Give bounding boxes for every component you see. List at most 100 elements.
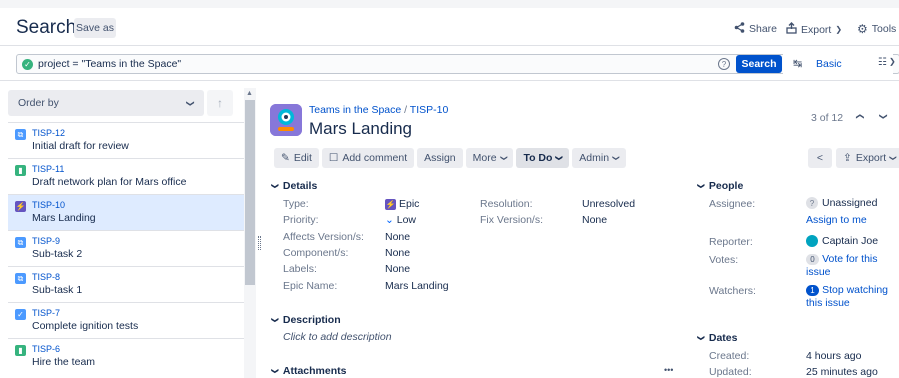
export-issue-button[interactable]: ⇪ Export ❯ xyxy=(836,148,899,168)
type-label: Type: xyxy=(283,198,309,210)
type-value-text: Epic xyxy=(399,198,420,210)
watchers-value: 1 Stop watching this issue xyxy=(806,284,894,310)
description-toggle[interactable]: ❯ Description xyxy=(270,314,341,326)
watchers-count-badge: 1 xyxy=(806,285,819,296)
dates-toggle[interactable]: ❯ Dates xyxy=(696,332,738,344)
attachments-more-button[interactable]: ••• xyxy=(664,365,673,375)
sort-direction-button[interactable]: ↑ xyxy=(207,90,233,116)
status-button[interactable]: To Do ❯ xyxy=(516,148,570,168)
save-as-button[interactable]: Save as xyxy=(74,18,116,38)
fix-version-value: None xyxy=(582,214,608,226)
subtask-icon: ⧉ xyxy=(15,129,26,140)
list-item[interactable]: ⧉ TISP-12 Initial draft for review xyxy=(8,122,244,158)
results-divider xyxy=(0,80,899,81)
export-menu-button[interactable]: Export ❯ xyxy=(786,22,842,37)
order-by-dropdown[interactable]: Order by ❯ xyxy=(8,90,204,116)
assignee-label: Assignee: xyxy=(709,198,756,210)
story-icon: ▮ xyxy=(15,165,26,176)
created-label: Created: xyxy=(709,350,750,362)
layout-switcher[interactable]: ☷ ❯ xyxy=(878,57,896,68)
issue-key: TISP-12 xyxy=(32,128,66,138)
assignee-value[interactable]: ? Unassigned xyxy=(806,197,877,209)
list-item[interactable]: ▮ TISP-11 Draft network plan for Mars offi… xyxy=(8,158,244,194)
list-item[interactable]: ▮ TISP-6 Hire the team xyxy=(8,338,244,374)
issue-summary: Hire the team xyxy=(32,356,96,368)
issue-title[interactable]: Mars Landing xyxy=(309,119,412,139)
share-button[interactable]: Share xyxy=(734,22,777,36)
priority-value: ⌄ Low xyxy=(385,214,416,226)
issue-key: TISP-9 xyxy=(32,236,61,246)
help-icon[interactable]: ? xyxy=(718,58,730,70)
fix-version-label: Fix Version/s: xyxy=(480,214,544,226)
epic-icon: ⚡ xyxy=(15,201,26,212)
attachments-heading: Attachments xyxy=(282,365,347,377)
priority-value-text: Low xyxy=(396,214,416,226)
search-button[interactable]: Search xyxy=(736,55,782,73)
page-title: Search xyxy=(16,17,77,38)
previous-issue-icon[interactable]: ❯ xyxy=(855,113,864,120)
pager-text: 3 of 12 xyxy=(811,112,844,124)
breadcrumb-issue-key[interactable]: TISP-10 xyxy=(410,104,449,116)
basic-mode-link[interactable]: Basic xyxy=(816,58,842,70)
issue-summary: Sub-task 1 xyxy=(32,284,83,296)
share-icon xyxy=(734,22,745,36)
edit-label: Edit xyxy=(293,152,312,164)
votes-value: 0 Vote for this issue xyxy=(806,253,890,279)
chevron-down-icon: ❯ xyxy=(888,57,896,66)
switch-mode-icon[interactable]: ↹ xyxy=(793,57,802,70)
share-issue-button[interactable]: < xyxy=(808,148,832,168)
chevron-down-icon: ❯ xyxy=(696,335,704,341)
list-item[interactable]: ⧉ TISP-8 Sub-task 1 xyxy=(8,266,244,302)
resize-handle[interactable] xyxy=(258,236,261,250)
issue-summary: Complete ignition tests xyxy=(32,320,139,332)
list-item[interactable]: ✓ TISP-7 Complete ignition tests xyxy=(8,302,244,338)
gear-icon: ⚙ xyxy=(857,22,868,36)
reporter-label: Reporter: xyxy=(709,236,753,248)
chevron-down-icon: ❯ xyxy=(555,155,563,161)
add-comment-label: Add comment xyxy=(342,152,408,164)
subtask-icon: ⧉ xyxy=(15,273,26,284)
issue-key: TISP-10 xyxy=(32,200,66,210)
details-toggle[interactable]: ❯ Details xyxy=(271,180,317,192)
issue-ops-bar: ✎ Edit ☐ Add comment Assign More ❯ To Do… xyxy=(274,148,629,168)
description-placeholder[interactable]: Click to add description xyxy=(283,331,392,343)
scroll-up-icon[interactable]: ▲ xyxy=(246,90,253,97)
issue-key: TISP-11 xyxy=(32,164,65,174)
updated-label: Updated: xyxy=(709,366,752,378)
valid-query-icon: ✓ xyxy=(22,58,33,70)
list-item[interactable]: ⧉ TISP-9 Sub-task 2 xyxy=(8,230,244,266)
people-toggle[interactable]: ❯ People xyxy=(697,180,743,192)
share-label: Share xyxy=(749,23,778,35)
admin-button[interactable]: Admin ❯ xyxy=(572,148,626,168)
watchers-label: Watchers: xyxy=(709,285,756,297)
chevron-down-icon: ❯ xyxy=(611,155,619,161)
epic-name-label: Epic Name: xyxy=(283,280,338,292)
labels-label: Labels: xyxy=(283,263,317,275)
next-issue-icon[interactable]: ❯ xyxy=(879,113,888,120)
assign-to-me-link[interactable]: Assign to me xyxy=(806,214,867,226)
tools-label: Tools xyxy=(871,23,897,35)
export-issue-label: Export xyxy=(855,152,887,164)
task-icon: ✓ xyxy=(15,309,26,320)
add-comment-button[interactable]: ☐ Add comment xyxy=(321,148,415,168)
more-button[interactable]: More ❯ xyxy=(465,148,514,168)
reporter-value[interactable]: Captain Joe xyxy=(806,235,878,247)
edit-button[interactable]: ✎ Edit xyxy=(274,148,319,168)
watch-link[interactable]: Stop watching this issue xyxy=(806,284,888,309)
scrollbar-thumb[interactable] xyxy=(245,100,255,285)
epic-name-value: Mars Landing xyxy=(385,280,449,292)
votes-label: Votes: xyxy=(709,254,739,266)
issue-key: TISP-6 xyxy=(32,344,61,354)
attachments-toggle[interactable]: ❯ Attachments xyxy=(270,365,347,377)
component-value: None xyxy=(385,247,411,259)
tools-menu-button[interactable]: ⚙ Tools ❯ xyxy=(857,22,899,36)
chevron-down-icon: ❯ xyxy=(270,368,278,374)
resolution-value: Unresolved xyxy=(582,198,636,210)
export-label: Export xyxy=(801,23,832,36)
more-label: More xyxy=(472,152,497,164)
breadcrumb-project[interactable]: Teams in the Space xyxy=(309,104,401,116)
list-item[interactable]: ⚡ TISP-10 Mars Landing xyxy=(8,194,244,230)
assign-button[interactable]: Assign xyxy=(417,148,463,168)
export-icon xyxy=(786,22,797,37)
chevron-down-icon: ❯ xyxy=(270,317,278,323)
